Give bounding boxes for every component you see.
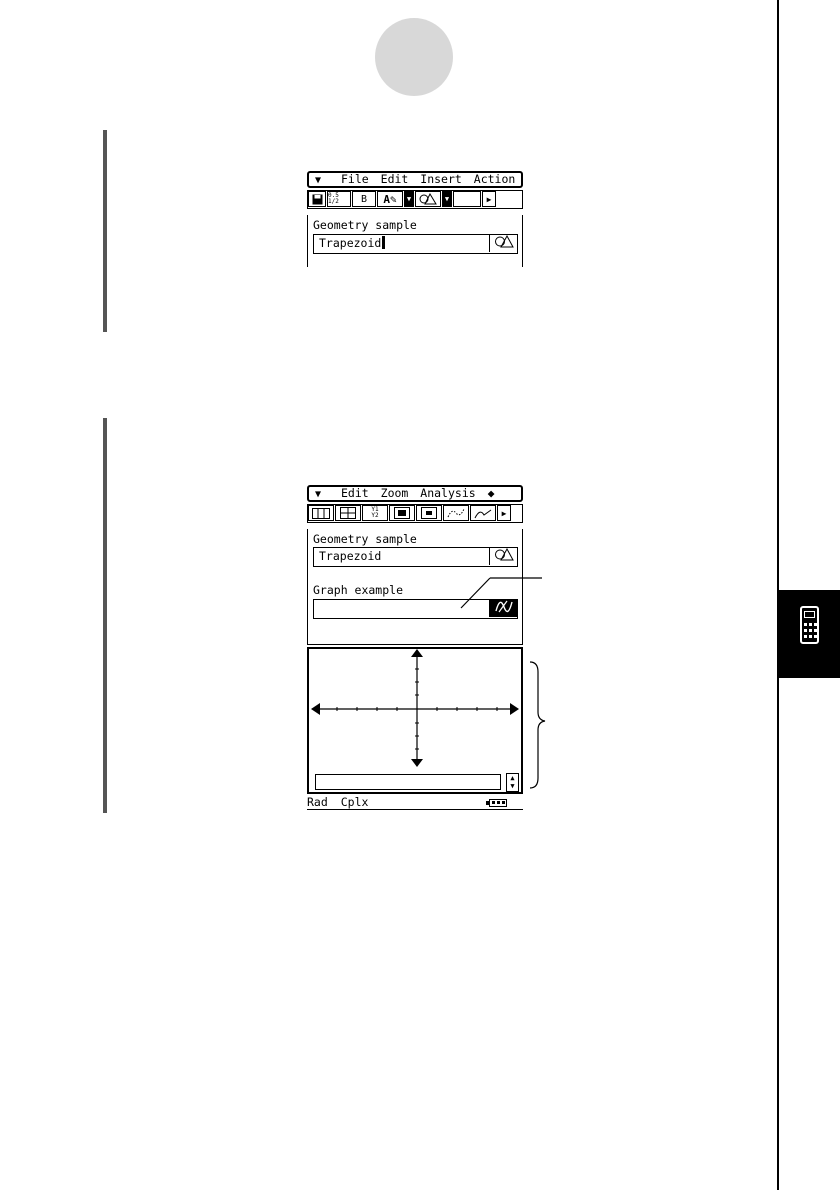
ebook-content: Geometry sample Trapezoid: [307, 215, 523, 267]
menu-analysis[interactable]: Analysis: [420, 486, 475, 500]
graph-entry-bar[interactable]: [315, 774, 501, 790]
geometry-field-text: Trapezoid: [319, 236, 382, 250]
bold-button[interactable]: B: [352, 191, 376, 207]
menu-action[interactable]: Action: [474, 172, 516, 186]
page-number-circle: [375, 18, 453, 96]
battery-icon: [486, 799, 507, 807]
geometry-field-text: Trapezoid: [319, 549, 382, 563]
graph-window[interactable]: ▲ ▼: [307, 647, 523, 794]
graph-link-icon[interactable]: [489, 600, 517, 617]
chevron-down-icon[interactable]: ▼: [404, 191, 414, 207]
sketch-icon[interactable]: [470, 505, 496, 521]
menu-bar: ▼ File Edit Insert Action: [307, 171, 523, 188]
fraction-toggle-icon[interactable]: 0.5 1/2: [327, 191, 351, 207]
menu-file[interactable]: File: [341, 172, 369, 186]
menu-zoom[interactable]: Zoom: [381, 486, 409, 500]
chapter-tab: [779, 590, 840, 678]
menu-insert[interactable]: Insert: [420, 172, 462, 186]
graph-label: Graph example: [313, 583, 404, 597]
step-bar-2: [103, 418, 107, 813]
empty-tool-slot[interactable]: [453, 191, 481, 207]
scroll-right-icon[interactable]: ▶: [497, 505, 511, 521]
graph-editor-icon[interactable]: Y1 Y2: [362, 505, 388, 521]
geometry-label: Geometry sample: [313, 532, 417, 546]
toolbar: 0.5 1/2 B A✎ ▼ ▼ ▶: [307, 190, 523, 209]
geometry-link-icon[interactable]: [489, 234, 517, 252]
menu-dropdown-icon[interactable]: ▼: [315, 488, 321, 501]
geometry-link-field[interactable]: Trapezoid: [313, 234, 518, 254]
status-complex: Cplx: [340, 795, 369, 809]
scroll-right-icon[interactable]: ▶: [482, 191, 496, 207]
menu-edit[interactable]: Edit: [381, 172, 409, 186]
geometry-label: Geometry sample: [313, 218, 417, 232]
geometry-link-icon[interactable]: [489, 547, 517, 565]
toolbar: Y1 Y2 ▶: [307, 504, 523, 523]
geometry-link-icon[interactable]: [415, 191, 441, 207]
save-icon[interactable]: [308, 191, 326, 207]
graph-axes: [311, 649, 519, 767]
menu-bar: ▼ Edit Zoom Analysis ◆: [307, 485, 523, 502]
text-style-icon[interactable]: A✎: [377, 191, 403, 207]
trace-icon[interactable]: [443, 505, 469, 521]
chevron-down-icon[interactable]: ▼: [442, 191, 452, 207]
screen-2: ▼ Edit Zoom Analysis ◆ Y1 Y2 ▶ Geometry s…: [307, 485, 523, 815]
menu-diamond[interactable]: ◆: [488, 486, 495, 500]
zoom-box-icon[interactable]: [389, 505, 415, 521]
menu-edit[interactable]: Edit: [341, 486, 369, 500]
window-setting-icon[interactable]: [335, 505, 361, 521]
calculator-icon: [800, 606, 819, 644]
step-bar-1: [103, 130, 107, 332]
zoom-in-icon[interactable]: [416, 505, 442, 521]
status-angle: Rad: [307, 795, 328, 809]
ebook-content: Geometry sample Trapezoid Graph example: [307, 529, 523, 645]
status-bar: Rad Cplx: [307, 796, 523, 810]
text-cursor: [382, 236, 386, 249]
graph-link-field[interactable]: [313, 599, 518, 619]
geometry-link-field[interactable]: Trapezoid: [313, 547, 518, 567]
table-view-icon[interactable]: [308, 505, 334, 521]
menu-dropdown-icon[interactable]: ▼: [315, 174, 321, 187]
up-down-arrows-icon[interactable]: ▲ ▼: [506, 773, 519, 792]
screen-1: ▼ File Edit Insert Action 0.5 1/2 B A✎ ▼…: [307, 171, 523, 271]
